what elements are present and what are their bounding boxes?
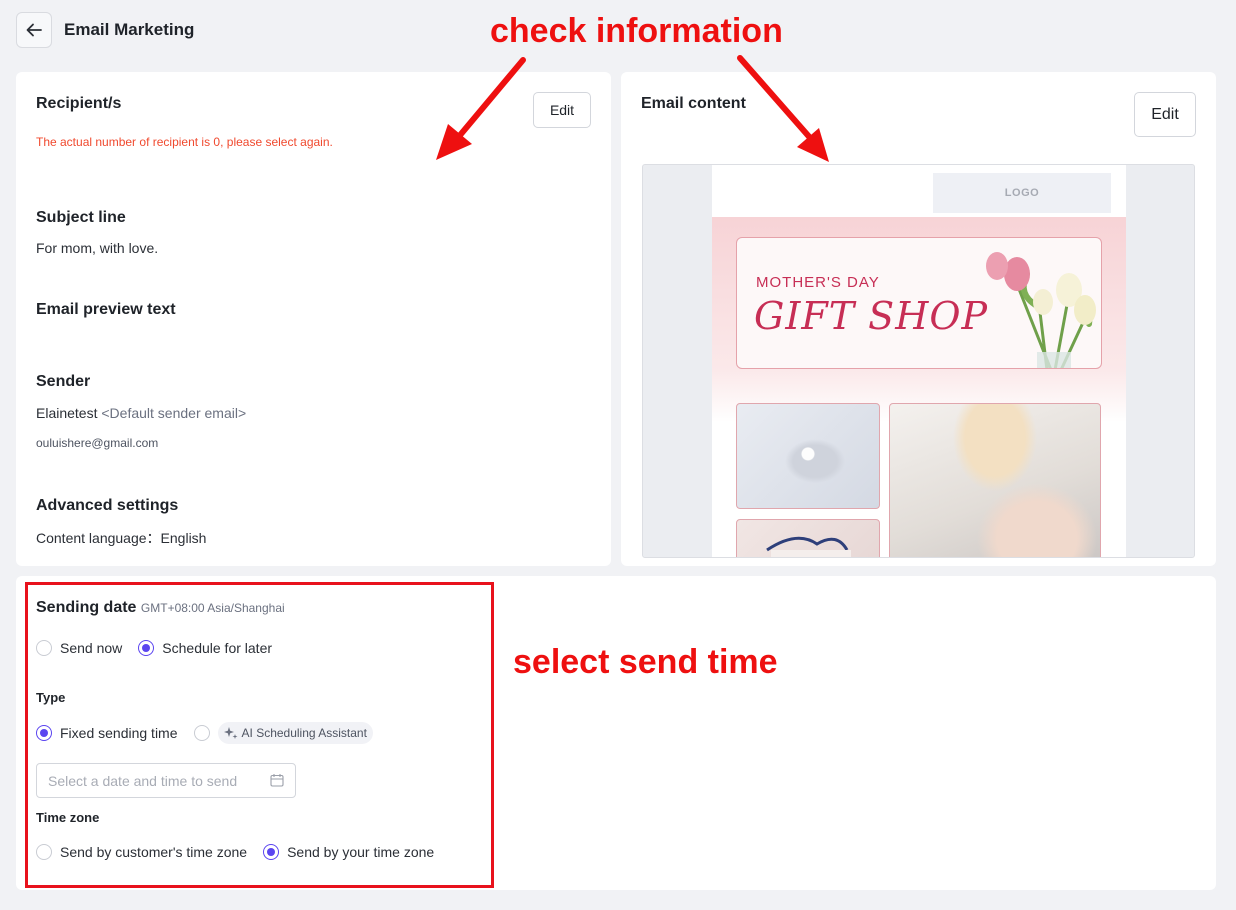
- arrow-to-email-content: [737, 55, 829, 162]
- arrow-to-recipients: [436, 57, 526, 160]
- annotation-arrows: [436, 55, 829, 162]
